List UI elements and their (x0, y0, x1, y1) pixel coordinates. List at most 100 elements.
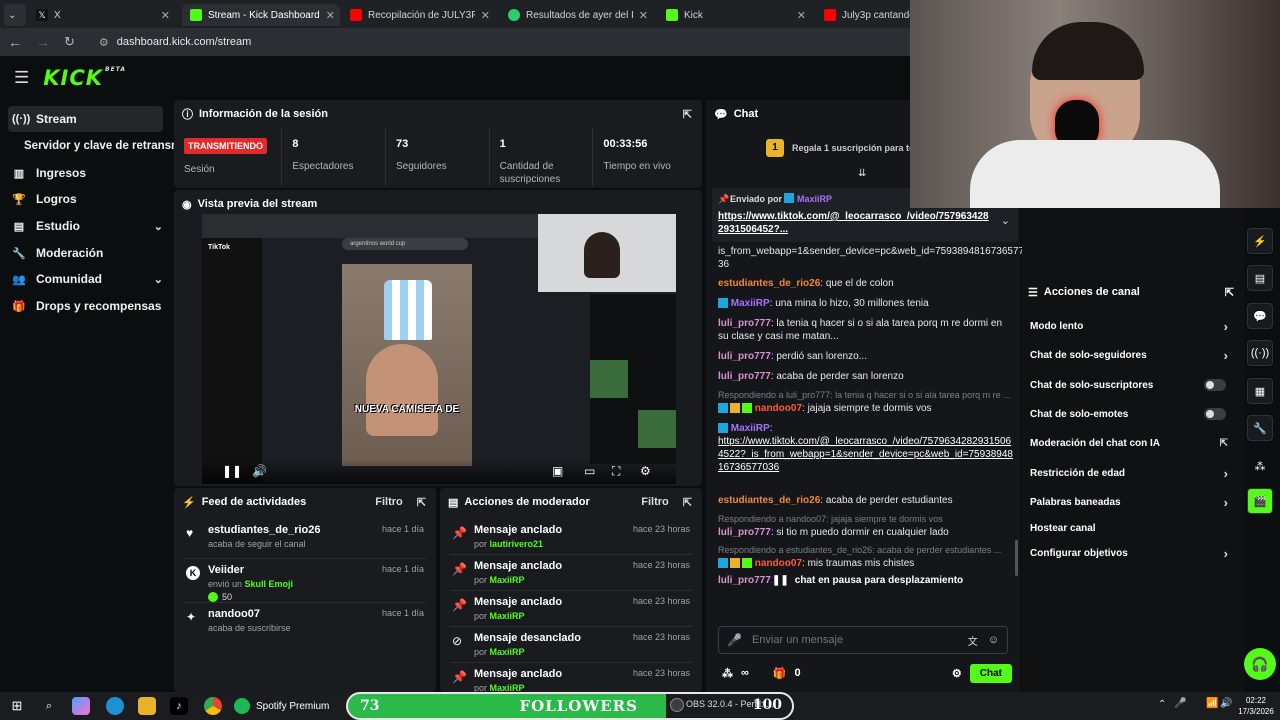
chat-paused-banner[interactable]: ❚❚ chat en pausa para desplazamiento (772, 572, 972, 588)
reload-icon[interactable]: ↻ (64, 34, 75, 50)
action-host-channel[interactable]: Hostear canal (1030, 518, 1232, 538)
toggle-switch[interactable] (1204, 408, 1226, 420)
community-points-icon[interactable]: ⁂ (722, 667, 733, 680)
mod-badge (718, 423, 728, 434)
fullscreen-icon[interactable]: ⛶ (612, 464, 620, 479)
mod-filter-button[interactable]: Filtro (641, 496, 669, 508)
edge-icon[interactable] (106, 697, 124, 715)
sidebar-item-drops[interactable]: 🎁 Drops y recompensas (8, 293, 161, 319)
windows-start-icon[interactable]: ⊞ (8, 697, 26, 715)
stat-followers: 73 Seguidores (386, 128, 490, 186)
broadcast-icon[interactable]: ((·)) (1247, 340, 1273, 366)
kick-logo[interactable]: KICK BETA (43, 66, 126, 90)
stream-preview-video[interactable]: argentinos world cup TikTok NUEVA CAMISE… (202, 214, 676, 484)
sidebar-item-comunidad[interactable]: 👥 Comunidad ⌄ (8, 266, 163, 292)
sidebar-item-logros[interactable]: 🏆 Logros (8, 186, 77, 212)
theater-icon[interactable]: ▭ (584, 464, 595, 478)
clipboard-icon[interactable]: ▤ (1247, 265, 1273, 291)
search-icon[interactable]: ⌕ (40, 697, 58, 715)
help-button[interactable]: 🎧 (1244, 648, 1276, 680)
site-info-icon[interactable]: ⚙ (99, 36, 109, 49)
forward-icon[interactable]: → (36, 34, 50, 50)
translate-icon[interactable]: 文 (968, 633, 978, 648)
chevrons-down-icon[interactable]: ⇊ (858, 168, 866, 179)
action-subscribers-only[interactable]: Chat de solo-suscriptores (1030, 375, 1232, 395)
obs-icon[interactable] (670, 698, 684, 712)
popout-icon[interactable]: ⇱ (683, 496, 692, 509)
browser-tab-x[interactable]: 𝕏 X ✕ (28, 4, 178, 26)
chrome-icon[interactable] (204, 697, 222, 715)
volume-icon[interactable]: 🔊 (252, 464, 267, 478)
microphone-icon[interactable]: 🎤 (727, 633, 742, 647)
action-age-restriction[interactable]: Restricción de edad › (1030, 463, 1232, 483)
microphone-icon[interactable]: 🎤 (1174, 698, 1186, 709)
lightning-icon[interactable]: ⚡ (1247, 228, 1273, 254)
pause-icon[interactable]: ❚❚ (222, 464, 242, 478)
pinned-link[interactable]: https://www.tiktok.com/@_leocarrasco_/vi… (718, 210, 989, 236)
popout-icon[interactable]: ⇱ (1225, 286, 1234, 299)
stat-live-time: 00:33:56 Tiempo en vivo (603, 138, 671, 172)
close-icon[interactable]: ✕ (326, 9, 335, 22)
popout-icon[interactable]: ⇱ (683, 108, 692, 121)
volume-icon[interactable]: 🔊 (1220, 698, 1232, 709)
toggle-switch[interactable] (1204, 379, 1226, 391)
spotify-taskbar-item[interactable]: Spotify Premium (234, 696, 329, 716)
close-icon[interactable]: ✕ (161, 9, 170, 22)
hamburger-menu-icon[interactable]: ☰ (14, 68, 29, 88)
browser-tab-kick-dashboard[interactable]: Stream - Kick Dashboard ✕ (182, 4, 340, 26)
browser-tab-resultados[interactable]: Resultados de ayer del Futbol A✕ (500, 4, 656, 26)
chevron-up-icon[interactable]: ⌃ (1158, 699, 1166, 710)
network-icon[interactable]: 📶 (1206, 698, 1218, 709)
sidebar-item-moderacion[interactable]: 🔧 Moderación (8, 240, 103, 266)
browser-tab-youtube-2[interactable]: July3p cantando op (816, 4, 916, 26)
wrench-icon[interactable]: 🔧 (1247, 415, 1273, 441)
send-chat-button[interactable]: Chat (969, 663, 1012, 683)
copilot-icon[interactable] (72, 697, 90, 715)
followers-goal: 100 (752, 697, 782, 713)
sidebar-item-server-key[interactable]: Servidor y clave de retransm (20, 133, 181, 159)
chevron-down-icon[interactable]: ⌄ (1001, 214, 1010, 227)
windows-taskbar: ⊞ ⌕ ♪ Spotify Premium 73 FOLLOWERS OBS 3… (0, 692, 1280, 720)
sliders-icon: ☰ (1028, 286, 1038, 299)
chat-input-box[interactable]: 🎤 文 ☺ (718, 626, 1008, 654)
browser-tab-youtube-1[interactable]: Recopilación de JULY3P|Saga F✕ (342, 4, 498, 26)
gift-amount: 50 (208, 592, 232, 602)
action-configure-goals[interactable]: Configurar objetivos › (1030, 543, 1232, 563)
close-icon[interactable]: ✕ (481, 9, 490, 22)
action-slow-mode[interactable]: Modo lento › (1030, 316, 1232, 336)
chat-message: luli_pro777: acaba de perder san lorenzo (718, 371, 904, 382)
close-icon[interactable]: ✕ (639, 9, 648, 22)
tiktok-icon[interactable]: ♪ (170, 697, 188, 715)
kick-favicon-icon (190, 9, 202, 21)
chat-scrollbar[interactable] (1015, 540, 1018, 576)
sidebar-item-ingresos[interactable]: ▥ Ingresos (8, 160, 86, 186)
action-emotes-only[interactable]: Chat de solo-emotes (1030, 404, 1232, 424)
sidebar-item-estudio[interactable]: ▤ Estudio ⌄ (8, 213, 163, 239)
tab-menu-button[interactable]: ⌄ (4, 4, 26, 26)
settings-icon[interactable]: ⚙ (640, 464, 651, 478)
gift-name: Skull Emoji (244, 579, 294, 589)
pin-icon: 📌 (718, 194, 730, 204)
action-banned-words[interactable]: Palabras baneadas › (1030, 492, 1232, 512)
settings-icon[interactable]: ⚙ (952, 667, 962, 680)
action-followers-only[interactable]: Chat de solo-seguidores › (1030, 345, 1232, 365)
gift-icon[interactable]: 🎁 (773, 667, 787, 680)
close-icon[interactable]: ✕ (797, 9, 806, 22)
address-bar[interactable]: ⚙ dashboard.kick.com/stream (89, 31, 909, 53)
community-icon[interactable]: ⁂ (1247, 453, 1273, 479)
clapperboard-icon[interactable]: 🎬 (1247, 488, 1273, 514)
feed-filter-button[interactable]: Filtro (375, 496, 403, 508)
chat-message: Respondiendo a nandoo07: jajaja siempre … (718, 514, 949, 538)
browser-tab-kick[interactable]: Kick ✕ (658, 4, 814, 26)
sidebar-item-stream[interactable]: ((·)) Stream (8, 106, 163, 132)
back-icon[interactable]: ← (8, 34, 22, 50)
action-ai-moderation[interactable]: Moderación del chat con IA ⇱ (1030, 433, 1232, 453)
emoji-icon[interactable]: ☺ (988, 634, 999, 646)
popout-icon[interactable]: ⇱ (417, 496, 426, 509)
chat-icon[interactable]: 💬 (1247, 303, 1273, 329)
system-clock[interactable]: 02:22 17/3/2026 (1236, 695, 1276, 717)
file-explorer-icon[interactable] (138, 697, 156, 715)
layout-icon[interactable]: ▦ (1247, 378, 1273, 404)
pip-icon[interactable]: ▣ (552, 464, 563, 478)
chat-input[interactable] (751, 634, 958, 646)
